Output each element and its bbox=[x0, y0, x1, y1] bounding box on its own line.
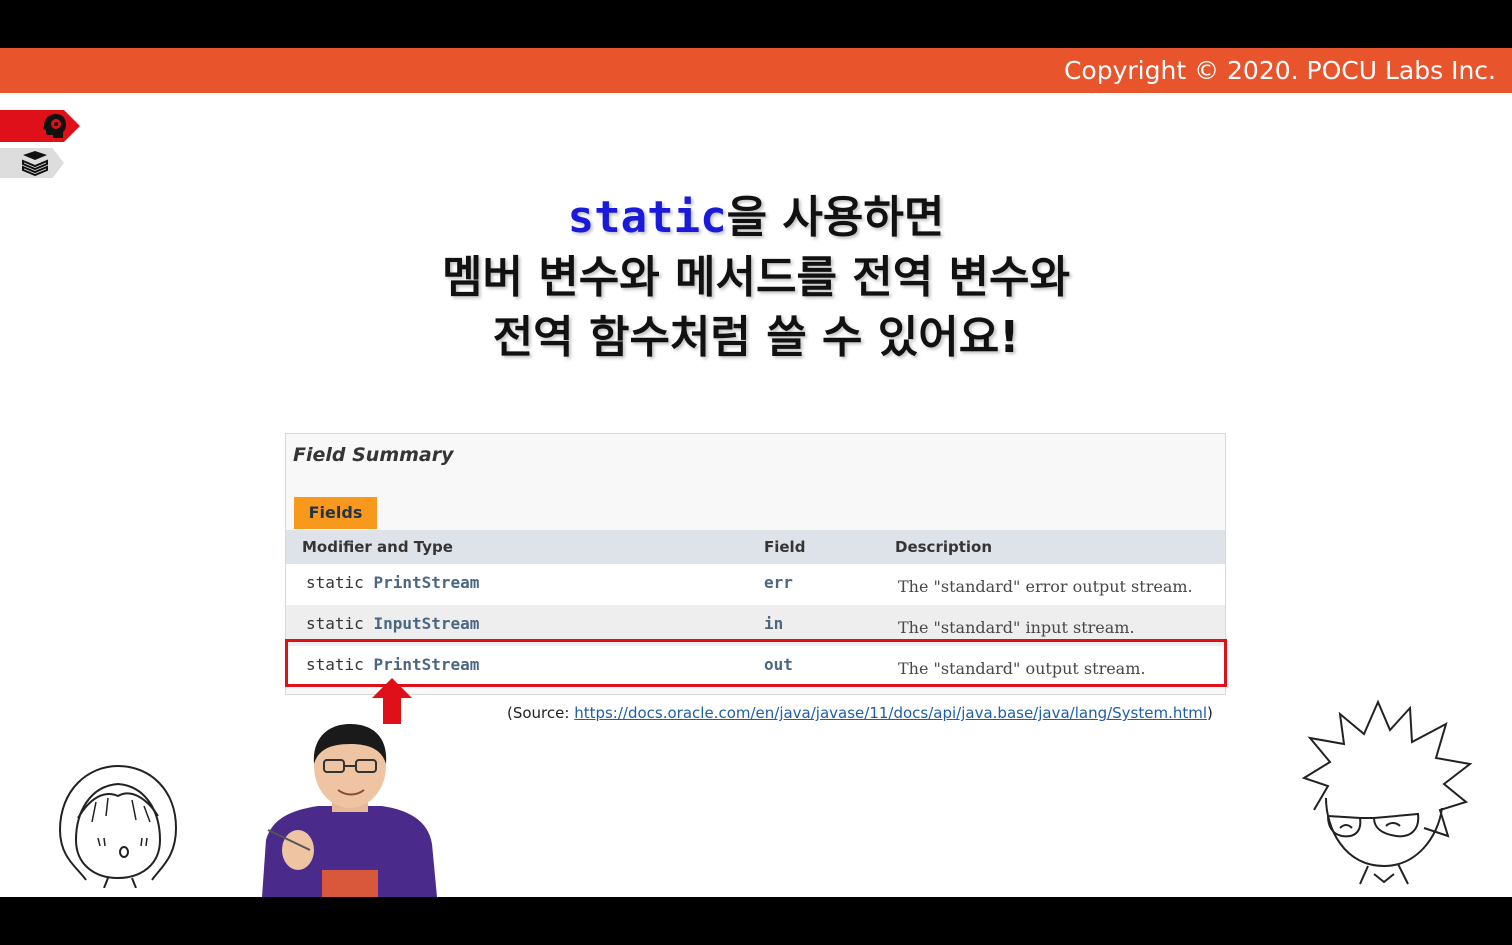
copyright-text: Copyright © 2020. POCU Labs Inc. bbox=[1063, 56, 1496, 85]
type-link[interactable]: InputStream bbox=[373, 614, 479, 633]
type-link[interactable]: PrintStream bbox=[373, 573, 479, 592]
header-bar: Copyright © 2020. POCU Labs Inc. bbox=[0, 48, 1512, 93]
table-header: Modifier and Type Field Description bbox=[286, 530, 1225, 564]
column-header-modifier: Modifier and Type bbox=[302, 538, 453, 556]
headline-line3: 전역 함수처럼 쓸 수 있어요! bbox=[492, 312, 1020, 363]
headline: static을 사용하면 멤버 변수와 메서드를 전역 변수와 전역 함수처럼 … bbox=[300, 188, 1212, 368]
brain-head-icon bbox=[43, 114, 66, 138]
column-header-description: Description bbox=[895, 538, 993, 556]
headline-line2: 멤버 변수와 메서드를 전역 변수와 bbox=[442, 252, 1070, 303]
headline-line1: static을 사용하면 bbox=[567, 192, 945, 243]
modifier-cell: static InputStream bbox=[306, 614, 480, 633]
arrow-up-icon bbox=[372, 678, 412, 724]
source-citation: (Source: https://docs.oracle.com/en/java… bbox=[507, 704, 1213, 722]
boy-character-illustration bbox=[1301, 699, 1473, 885]
girl-character-illustration bbox=[58, 764, 178, 888]
modifier-cell: static PrintStream bbox=[306, 573, 480, 592]
letterbox-bottom bbox=[0, 897, 1512, 945]
slide: Copyright © 2020. POCU Labs Inc. static을… bbox=[0, 48, 1512, 897]
field-summary-title: Field Summary bbox=[293, 444, 454, 466]
field-link[interactable]: err bbox=[764, 564, 793, 602]
letterbox-top bbox=[0, 0, 1512, 48]
description-cell: The "standard" error output stream. bbox=[898, 577, 1193, 596]
tab-fields[interactable]: Fields bbox=[294, 497, 377, 529]
field-link[interactable]: in bbox=[764, 605, 783, 643]
presenter-video bbox=[262, 724, 437, 897]
source-link[interactable]: https://docs.oracle.com/en/java/javase/1… bbox=[574, 704, 1207, 722]
highlight-box bbox=[285, 639, 1227, 687]
column-header-field: Field bbox=[764, 538, 806, 556]
headline-keyword: static bbox=[567, 192, 727, 243]
table-row: static PrintStream err The "standard" er… bbox=[286, 564, 1225, 605]
book-stack-icon bbox=[22, 151, 48, 176]
